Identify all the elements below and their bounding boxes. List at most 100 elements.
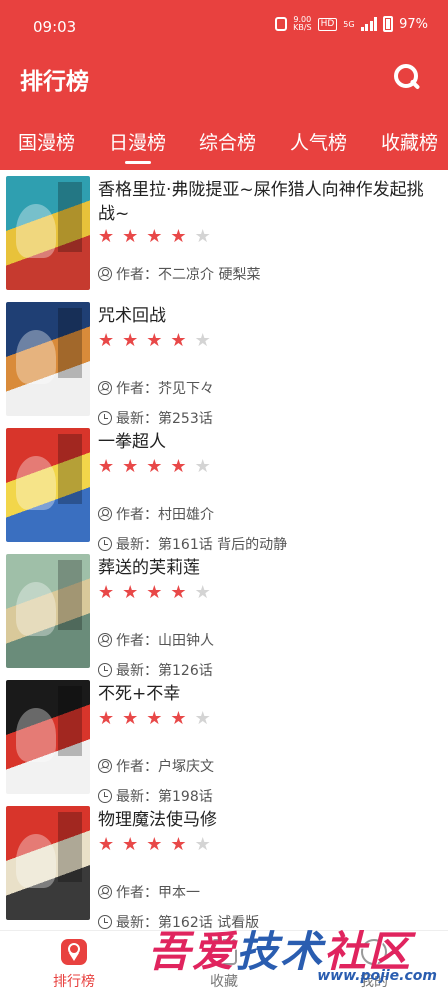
comic-cover[interactable] xyxy=(6,806,90,920)
star-icon: ★ xyxy=(194,582,211,603)
star-icon: ★ xyxy=(98,330,115,351)
star-icon: ★ xyxy=(98,582,115,603)
list-item[interactable]: 葬送的芙莉莲 ★ ★ ★ ★ ★ 作者： 山田钟人 最新： 第126话 xyxy=(0,548,448,679)
ranking-list: 香格里拉·弗陇提亚~屎作猎人向神作发起挑战~ ★ ★ ★ ★ ★ 作者： 不二凉介 硬梨菜 咒术… xyxy=(0,170,448,930)
nav-label: 排行榜 xyxy=(53,974,95,990)
tab-shoucang[interactable]: 收藏榜 xyxy=(381,128,438,155)
star-icon: ★ xyxy=(170,582,187,603)
rating-stars: ★ ★ ★ ★ ★ xyxy=(98,710,211,728)
star-icon: ★ xyxy=(194,226,211,247)
star-icon: ★ xyxy=(122,226,139,247)
tab-riman[interactable]: 日漫榜 xyxy=(109,128,167,164)
tab-label: 收藏榜 xyxy=(381,132,439,154)
rating-stars: ★ ★ ★ ★ ★ xyxy=(98,228,211,246)
app-header: 排行榜 xyxy=(0,50,448,110)
network-type: 5G xyxy=(343,19,355,29)
tab-label: 日漫榜 xyxy=(109,132,167,154)
author-prefix: 作者： xyxy=(116,759,158,775)
comic-author: 作者： 不二凉介 硬梨菜 xyxy=(98,264,260,284)
user-icon xyxy=(98,633,112,647)
author-name: 不二凉介 硬梨菜 xyxy=(158,267,261,283)
star-icon: ★ xyxy=(122,834,139,855)
status-bar: 09:03 9.00 KB/S HD 5G 97% xyxy=(0,0,448,50)
star-icon: ★ xyxy=(98,834,115,855)
profile-icon xyxy=(361,939,387,965)
user-icon xyxy=(98,885,112,899)
author-prefix: 作者： xyxy=(116,507,158,523)
star-icon: ★ xyxy=(170,330,187,351)
battery-icon xyxy=(383,16,394,32)
favorites-icon xyxy=(211,939,237,965)
comic-title[interactable]: 不死+不幸 xyxy=(98,682,438,706)
comic-latest: 最新： 第162话 试看版 xyxy=(98,912,259,930)
latest-prefix: 最新： xyxy=(116,915,158,930)
star-icon: ★ xyxy=(146,456,163,477)
author-name: 山田钟人 xyxy=(158,633,214,649)
author-name: 户塚庆文 xyxy=(158,759,214,775)
signal-icon xyxy=(360,17,378,31)
user-icon xyxy=(98,759,112,773)
comic-cover[interactable] xyxy=(6,554,90,668)
comic-cover[interactable] xyxy=(6,428,90,542)
star-icon: ★ xyxy=(98,226,115,247)
tab-renqi[interactable]: 人气榜 xyxy=(290,128,347,155)
star-icon: ★ xyxy=(122,708,139,729)
star-icon: ★ xyxy=(170,708,187,729)
nav-ranking[interactable]: 排行榜 xyxy=(34,939,114,991)
list-item[interactable]: 物理魔法使马修 ★ ★ ★ ★ ★ 作者： 甲本一 最新： 第162话 试看版 xyxy=(0,800,448,930)
star-icon: ★ xyxy=(122,330,139,351)
star-icon: ★ xyxy=(146,330,163,351)
comic-cover[interactable] xyxy=(6,680,90,794)
author-name: 村田雄介 xyxy=(158,507,214,523)
comic-title[interactable]: 香格里拉·弗陇提亚~屎作猎人向神作发起挑战~ xyxy=(98,178,438,226)
star-icon: ★ xyxy=(170,226,187,247)
search-icon[interactable] xyxy=(394,64,420,90)
rating-stars: ★ ★ ★ ★ ★ xyxy=(98,458,211,476)
comic-title[interactable]: 咒术回战 xyxy=(98,304,438,328)
clock-icon xyxy=(98,915,112,929)
rating-stars: ★ ★ ★ ★ ★ xyxy=(98,332,211,350)
comic-title[interactable]: 葬送的芙莉莲 xyxy=(98,556,438,580)
comic-author: 作者： 甲本一 xyxy=(98,882,200,902)
comic-author: 作者： 户塚庆文 xyxy=(98,756,214,776)
network-speed-unit: KB/S xyxy=(293,23,312,32)
user-icon xyxy=(98,381,112,395)
list-item[interactable]: 咒术回战 ★ ★ ★ ★ ★ 作者： 芥见下々 最新： 第253话 xyxy=(0,296,448,427)
status-time: 09:03 xyxy=(33,18,77,36)
list-item[interactable]: 香格里拉·弗陇提亚~屎作猎人向神作发起挑战~ ★ ★ ★ ★ ★ 作者： 不二凉介 硬梨菜 xyxy=(0,170,448,296)
comic-cover[interactable] xyxy=(6,176,90,290)
list-item[interactable]: 一拳超人 ★ ★ ★ ★ ★ 作者： 村田雄介 最新： 第161话 背后的动静 xyxy=(0,422,448,553)
author-prefix: 作者： xyxy=(116,381,158,397)
comic-author: 作者： 芥见下々 xyxy=(98,378,214,398)
author-name: 甲本一 xyxy=(158,885,200,901)
network-speed: 9.00 KB/S xyxy=(293,16,312,32)
comic-title[interactable]: 一拳超人 xyxy=(98,430,438,454)
list-item[interactable]: 不死+不幸 ★ ★ ★ ★ ★ 作者： 户塚庆文 最新： 第198话 xyxy=(0,674,448,805)
comic-title[interactable]: 物理魔法使马修 xyxy=(98,808,438,832)
page-title: 排行榜 xyxy=(20,69,89,95)
author-name: 芥见下々 xyxy=(158,381,214,397)
bottom-nav: 排行榜 收藏 我的 xyxy=(0,930,448,1000)
user-icon xyxy=(98,267,112,281)
author-prefix: 作者： xyxy=(116,267,158,283)
star-icon: ★ xyxy=(98,708,115,729)
nav-profile[interactable]: 我的 xyxy=(334,939,414,991)
nav-label: 我的 xyxy=(360,974,388,990)
rating-stars: ★ ★ ★ ★ ★ xyxy=(98,584,211,602)
tab-active-indicator xyxy=(124,161,151,164)
comic-cover[interactable] xyxy=(6,302,90,416)
star-icon: ★ xyxy=(194,834,211,855)
rating-stars: ★ ★ ★ ★ ★ xyxy=(98,836,211,854)
vibrate-icon xyxy=(275,17,288,31)
star-icon: ★ xyxy=(146,708,163,729)
tab-zonghe[interactable]: 综合榜 xyxy=(199,128,256,155)
star-icon: ★ xyxy=(146,226,163,247)
star-icon: ★ xyxy=(194,456,211,477)
tab-guoman[interactable]: 国漫榜 xyxy=(18,128,75,155)
hd-badge: HD xyxy=(317,17,338,31)
author-prefix: 作者： xyxy=(116,885,158,901)
star-icon: ★ xyxy=(122,582,139,603)
nav-label: 收藏 xyxy=(210,974,238,990)
ranking-icon xyxy=(61,939,87,965)
nav-favorites[interactable]: 收藏 xyxy=(184,939,264,991)
